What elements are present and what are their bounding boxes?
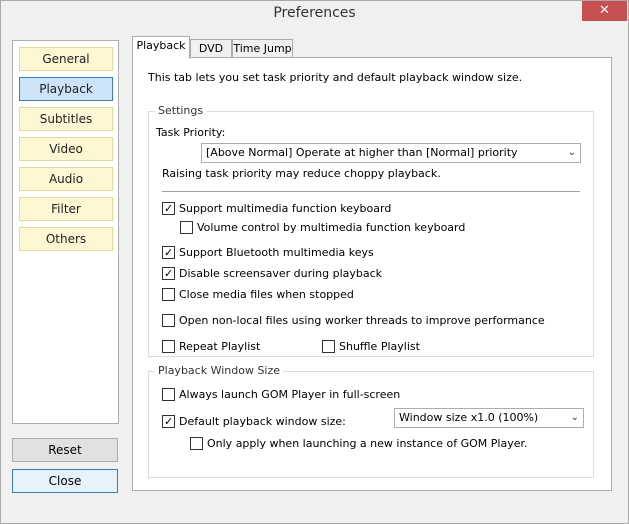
checkbox-box[interactable]: [162, 266, 175, 280]
task-priority-label: Task Priority:: [156, 126, 226, 139]
checkbox-box[interactable]: [162, 313, 175, 327]
checkbox-fullscreen[interactable]: Always launch GOM Player in full-screen: [162, 386, 400, 402]
checkbox-label: Shuffle Playlist: [339, 339, 420, 353]
checkbox-label: Default playback window size:: [179, 414, 346, 428]
task-priority-value: [Above Normal] Operate at higher than [N…: [206, 146, 518, 159]
checkbox-bluetooth-keys[interactable]: Support Bluetooth multimedia keys: [162, 244, 374, 260]
chevron-down-icon: ⌄: [567, 147, 576, 158]
checkbox-label: Close media files when stopped: [179, 287, 354, 301]
priority-note: Raising task priority may reduce choppy …: [162, 167, 441, 180]
category-nav: General Playback Subtitles Video Audio F…: [12, 40, 119, 424]
playback-tab-panel: This tab lets you set task priority and …: [132, 57, 612, 491]
tab-time-jump[interactable]: Time Jump: [232, 39, 293, 58]
checkbox-close-media[interactable]: Close media files when stopped: [162, 286, 354, 302]
nav-playback[interactable]: Playback: [19, 77, 113, 101]
window-size-group-label: Playback Window Size: [155, 364, 284, 377]
checkbox-shuffle-playlist[interactable]: Shuffle Playlist: [322, 338, 420, 354]
nav-audio[interactable]: Audio: [19, 167, 113, 191]
window-title: Preferences: [273, 5, 356, 21]
checkbox-box[interactable]: [162, 414, 175, 428]
checkbox-box[interactable]: [180, 220, 193, 234]
window-size-value: Window size x1.0 (100%): [399, 411, 539, 424]
nav-video[interactable]: Video: [19, 137, 113, 161]
checkbox-disable-screensaver[interactable]: Disable screensaver during playback: [162, 265, 382, 281]
nav-general[interactable]: General: [19, 47, 113, 71]
close-button[interactable]: Close: [12, 469, 118, 493]
checkbox-box[interactable]: [190, 436, 203, 450]
chevron-down-icon: ⌄: [570, 412, 579, 423]
divider: [162, 191, 580, 192]
checkbox-support-mm-keyboard[interactable]: Support multimedia function keyboard: [162, 200, 391, 216]
checkbox-label: Open non-local files using worker thread…: [179, 313, 545, 327]
checkbox-repeat-playlist[interactable]: Repeat Playlist: [162, 338, 260, 354]
checkbox-label: Repeat Playlist: [179, 339, 261, 353]
task-priority-select[interactable]: [Above Normal] Operate at higher than [N…: [201, 143, 581, 163]
intro-text: This tab lets you set task priority and …: [148, 71, 523, 84]
checkbox-box[interactable]: [162, 245, 175, 259]
checkbox-box[interactable]: [162, 201, 175, 215]
tab-dvd[interactable]: DVD: [190, 39, 232, 58]
checkbox-volume-control[interactable]: Volume control by multimedia function ke…: [180, 219, 465, 235]
checkbox-new-instance-only[interactable]: Only apply when launching a new instance…: [190, 435, 527, 451]
checkbox-box[interactable]: [162, 339, 175, 353]
settings-group: Settings Task Priority: [Above Normal] O…: [148, 104, 594, 357]
settings-group-label: Settings: [155, 104, 207, 117]
nav-subtitles[interactable]: Subtitles: [19, 107, 113, 131]
checkbox-worker-threads[interactable]: Open non-local files using worker thread…: [162, 312, 545, 328]
checkbox-label: Volume control by multimedia function ke…: [197, 220, 466, 234]
checkbox-box[interactable]: [162, 387, 175, 401]
checkbox-box[interactable]: [162, 287, 175, 301]
close-window-icon[interactable]: ✕: [582, 1, 627, 21]
preferences-window: Preferences ✕ General Playback Subtitles…: [0, 0, 629, 524]
checkbox-label: Always launch GOM Player in full-screen: [179, 387, 401, 401]
checkbox-label: Support Bluetooth multimedia keys: [179, 245, 374, 259]
checkbox-box[interactable]: [322, 339, 335, 353]
checkbox-default-window-size[interactable]: Default playback window size:: [162, 413, 346, 429]
checkbox-label: Disable screensaver during playback: [179, 266, 383, 280]
window-size-group: Playback Window Size Always launch GOM P…: [148, 364, 594, 478]
title-bar: Preferences ✕: [1, 1, 628, 27]
window-size-select[interactable]: Window size x1.0 (100%) ⌄: [394, 408, 584, 428]
checkbox-label: Only apply when launching a new instance…: [207, 436, 528, 450]
tab-playback[interactable]: Playback: [132, 36, 190, 59]
checkbox-label: Support multimedia function keyboard: [179, 201, 392, 215]
nav-others[interactable]: Others: [19, 227, 113, 251]
reset-button[interactable]: Reset: [12, 438, 118, 462]
nav-filter[interactable]: Filter: [19, 197, 113, 221]
